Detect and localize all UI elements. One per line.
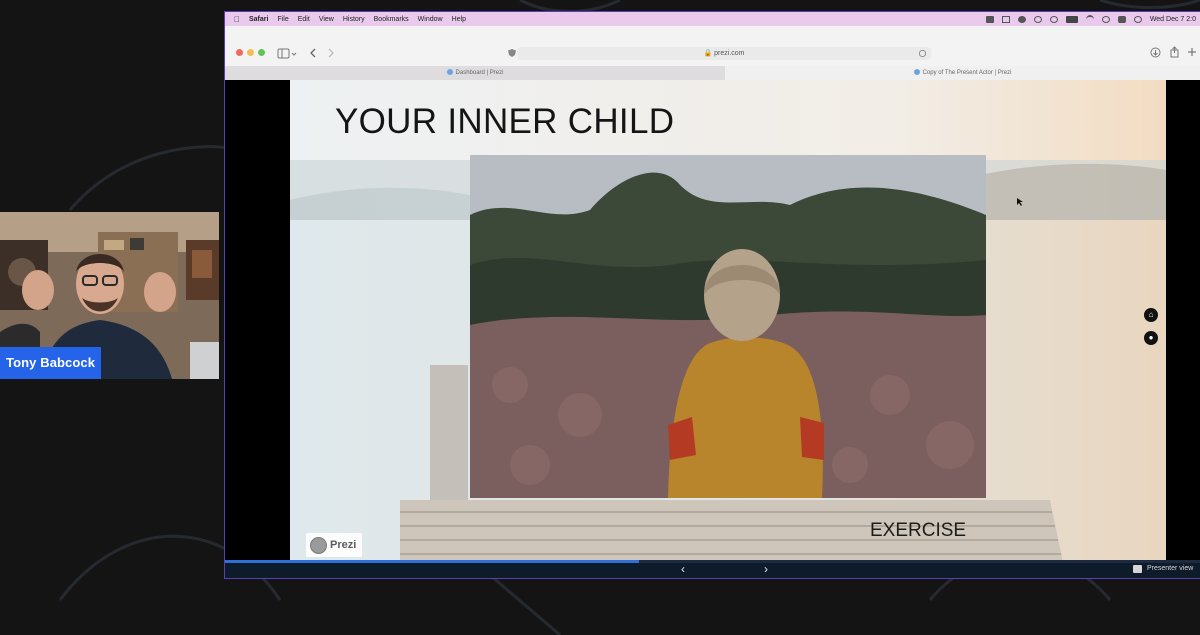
battery-icon[interactable] (1065, 15, 1078, 23)
minimize-window-button[interactable] (247, 49, 254, 56)
new-tab-icon[interactable] (1187, 47, 1197, 57)
tab-present-actor[interactable]: Copy of The Present Actor | Prezi (725, 66, 1200, 80)
prezi-favicon-icon (446, 69, 453, 75)
menu-bookmarks[interactable]: Bookmarks (374, 16, 409, 23)
reload-icon[interactable] (918, 49, 927, 58)
mouse-cursor-icon (1017, 198, 1023, 206)
prezi-logo-icon (310, 536, 327, 554)
sidebar-toggle-icon[interactable] (277, 48, 297, 60)
forward-icon[interactable] (327, 48, 335, 58)
presentation-viewer: YOUR INNER CHILD EXERCISE Prezi ⌂ ● (225, 80, 1200, 572)
menu-window[interactable]: Window (418, 16, 443, 23)
menu-help[interactable]: Help (452, 16, 466, 23)
control-center-icon[interactable] (1117, 15, 1126, 23)
prezi-favicon-icon (913, 69, 920, 75)
browser-toolbar: 🔒 prezi.com (225, 26, 1200, 67)
maximize-window-button[interactable] (258, 49, 265, 56)
moon-icon[interactable] (1017, 15, 1026, 23)
apple-icon[interactable]:  (234, 15, 240, 24)
wifi-icon[interactable] (1085, 14, 1094, 24)
address-bar-url: prezi.com (714, 50, 745, 57)
slide-subtitle: EXERCISE (870, 520, 967, 541)
shared-screen-window:  Safari File Edit View History Bookmark… (225, 12, 1200, 578)
privacy-shield-icon[interactable] (507, 48, 517, 58)
play-icon[interactable] (1049, 15, 1058, 23)
menu-edit[interactable]: Edit (298, 16, 310, 23)
siri-icon[interactable] (1133, 15, 1142, 23)
menu-history[interactable]: History (343, 16, 365, 23)
share-icon[interactable] (1169, 46, 1180, 58)
webcam-tile: Tony Babcock (0, 212, 219, 379)
close-window-button[interactable] (236, 49, 243, 56)
prezi-brand-badge[interactable]: Prezi (306, 533, 363, 557)
child-in-heather-photo (470, 155, 986, 498)
presentation-progress-fill (225, 560, 640, 563)
home-icon[interactable]: ⌂ (1144, 308, 1158, 322)
mac-menubar:  Safari File Edit View History Bookmark… (225, 12, 1200, 26)
menu-app-name[interactable]: Safari (249, 16, 268, 23)
chevron-right-icon[interactable]: › (764, 562, 768, 576)
tab-dashboard[interactable]: Dashboard | Prezi (225, 66, 725, 80)
tab-label: Copy of The Present Actor | Prezi (922, 70, 1012, 76)
zoom-icon[interactable]: ● (1144, 331, 1158, 345)
search-icon[interactable] (1101, 15, 1110, 23)
slide-canvas[interactable]: YOUR INNER CHILD EXERCISE Prezi (290, 80, 1166, 572)
presentation-progress-track (225, 560, 1200, 563)
browser-tab-strip: Dashboard | Prezi Copy of The Present Ac… (225, 66, 1200, 80)
slide-title: YOUR INNER CHILD (335, 102, 675, 141)
menu-view[interactable]: View (319, 16, 334, 23)
participant-name-label: Tony Babcock (0, 347, 102, 379)
menubar-clock[interactable]: Wed Dec 7 2:0 (1150, 16, 1196, 23)
prezi-brand-label: Prezi (330, 539, 357, 551)
lock-icon: 🔒 (703, 50, 713, 57)
menu-file[interactable]: File (277, 16, 288, 23)
display-icon[interactable] (1001, 15, 1010, 23)
presenter-view-icon[interactable] (1133, 565, 1142, 573)
screen-record-icon[interactable] (985, 15, 994, 23)
presenter-view-button[interactable]: Presenter view (1147, 562, 1193, 576)
download-icon[interactable] (1150, 47, 1161, 58)
address-bar[interactable]: 🔒 prezi.com (517, 47, 931, 60)
chevron-left-icon[interactable]: ‹ (681, 562, 685, 576)
back-icon[interactable] (309, 48, 317, 58)
window-controls (236, 49, 265, 56)
tab-label: Dashboard | Prezi (455, 70, 504, 76)
presenter-bar: ‹ › Presenter view (225, 560, 1200, 578)
control-icon[interactable] (1033, 15, 1042, 23)
